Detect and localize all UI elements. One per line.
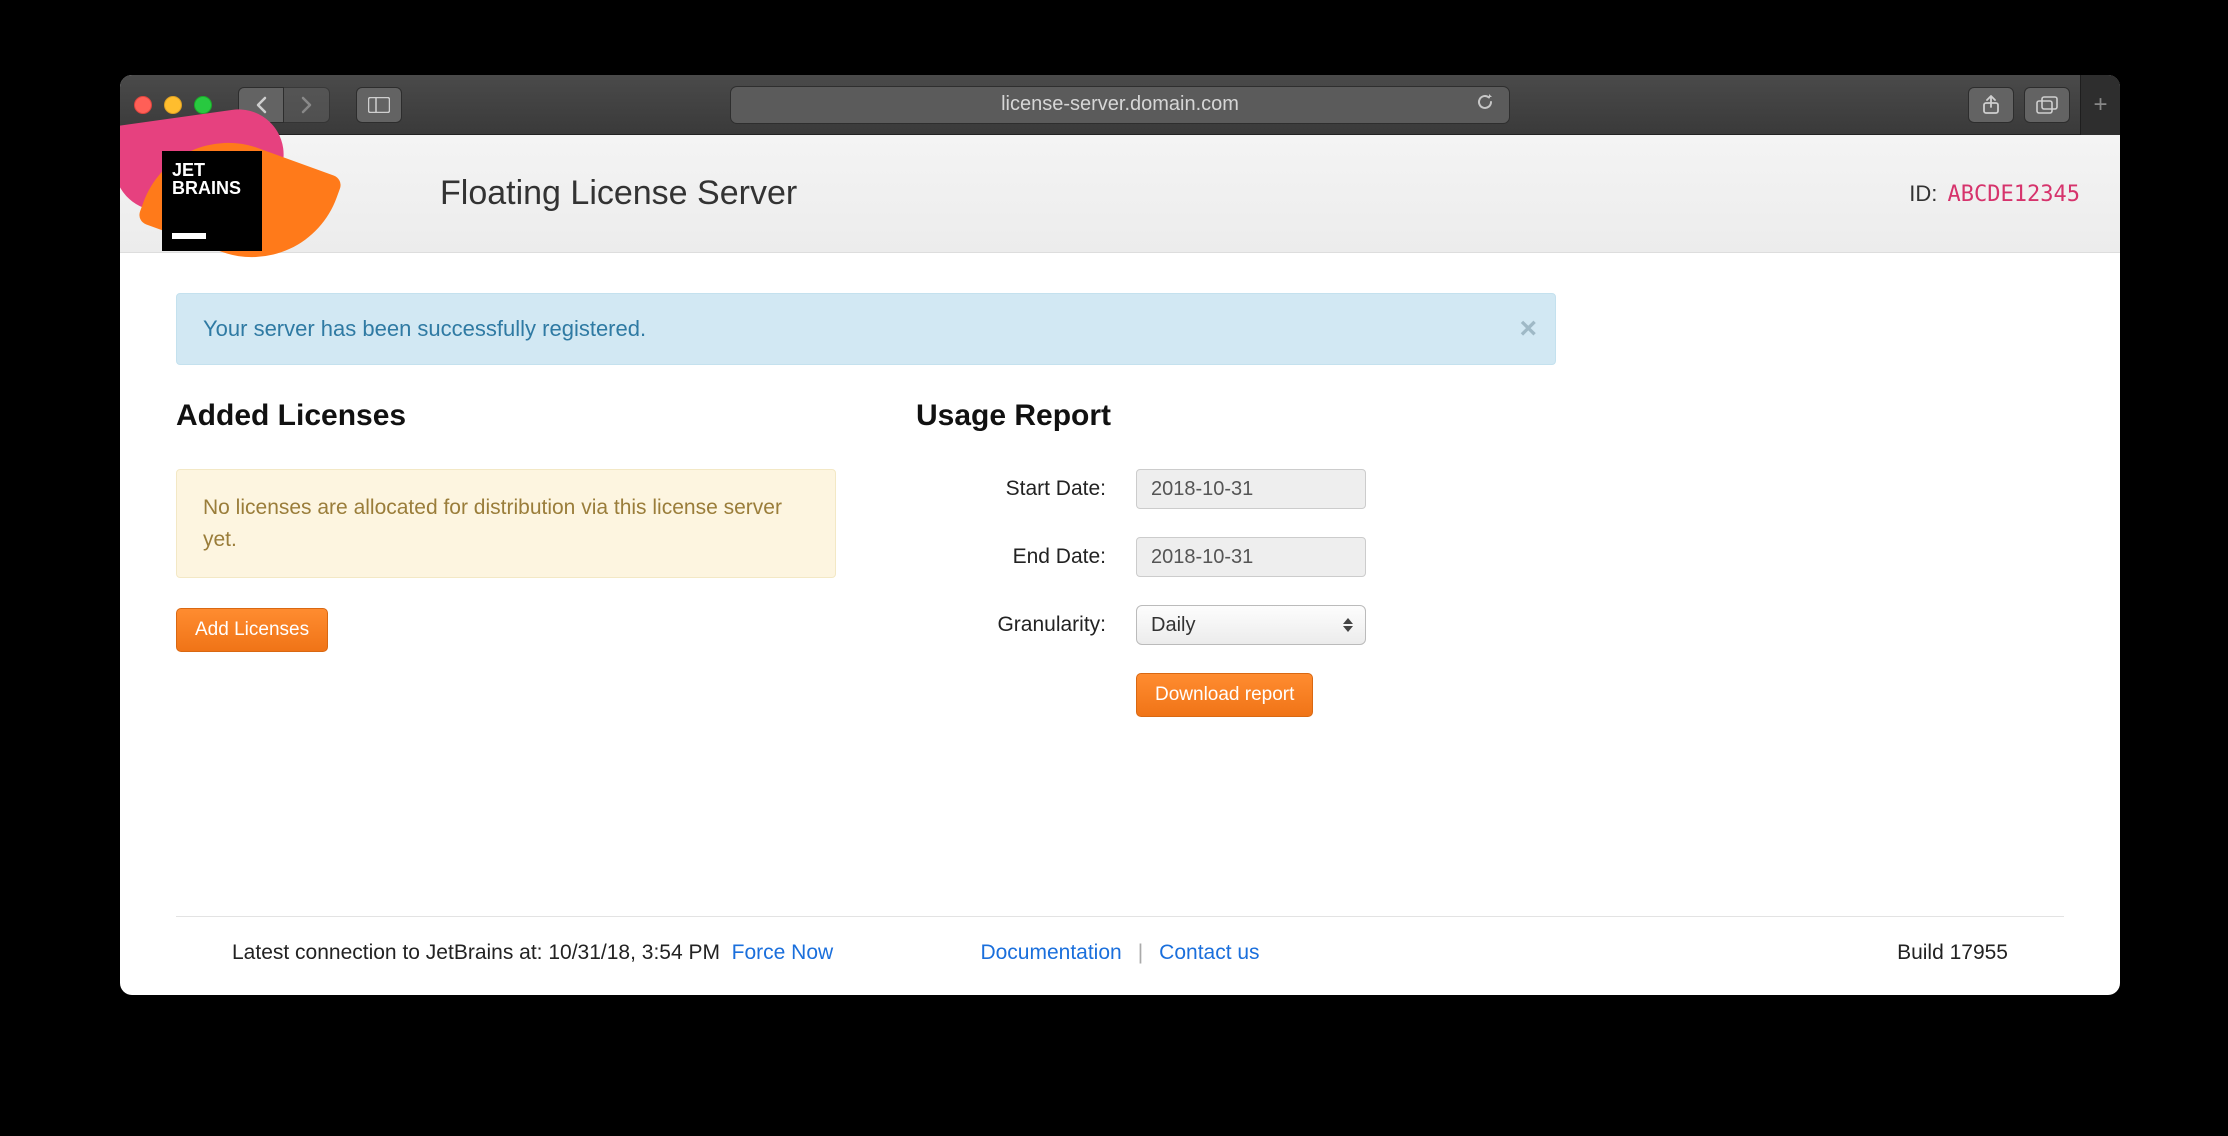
forward-button[interactable] xyxy=(284,87,330,123)
page-title: Floating License Server xyxy=(440,174,797,213)
page-footer: Latest connection to JetBrains at: 10/31… xyxy=(176,916,2064,995)
licenses-empty-alert: No licenses are allocated for distributi… xyxy=(176,469,836,578)
granularity-label: Granularity: xyxy=(916,613,1136,637)
success-alert-text: Your server has been successfully regist… xyxy=(203,316,646,341)
logo-text-1: JET xyxy=(172,161,252,180)
add-licenses-button[interactable]: Add Licenses xyxy=(176,608,328,652)
start-date-label: Start Date: xyxy=(916,477,1136,501)
url-text: license-server.domain.com xyxy=(1001,93,1239,116)
browser-window: license-server.domain.com + xyxy=(120,75,2120,995)
granularity-value: Daily xyxy=(1151,614,1195,637)
usage-heading: Usage Report xyxy=(916,399,1576,433)
page-content: Your server has been successfully regist… xyxy=(120,253,2120,995)
share-button[interactable] xyxy=(1968,87,2014,123)
jetbrains-logo: JET BRAINS xyxy=(120,135,330,253)
close-icon[interactable]: × xyxy=(1519,312,1537,346)
sidebar-toggle-button[interactable] xyxy=(356,87,402,123)
download-report-button[interactable]: Download report xyxy=(1136,673,1313,717)
licenses-empty-text: No licenses are allocated for distributi… xyxy=(203,496,782,551)
end-date-input[interactable] xyxy=(1136,537,1366,577)
maximize-window-button[interactable] xyxy=(194,96,212,114)
start-date-input[interactable] xyxy=(1136,469,1366,509)
new-tab-button[interactable]: + xyxy=(2080,75,2120,135)
contact-us-link[interactable]: Contact us xyxy=(1159,941,1259,965)
window-controls xyxy=(134,96,212,114)
success-alert: Your server has been successfully regist… xyxy=(176,293,1556,365)
build-info: Build 17955 xyxy=(1897,941,2008,965)
chevron-updown-icon xyxy=(1343,618,1353,632)
minimize-window-button[interactable] xyxy=(164,96,182,114)
server-id-value: ABCDE12345 xyxy=(1948,182,2080,207)
force-now-link[interactable]: Force Now xyxy=(732,941,834,965)
licenses-heading: Added Licenses xyxy=(176,399,836,433)
address-bar[interactable]: license-server.domain.com xyxy=(730,86,1510,124)
end-date-label: End Date: xyxy=(916,545,1136,569)
server-id: ID: ABCDE12345 xyxy=(1909,181,2080,207)
documentation-link[interactable]: Documentation xyxy=(980,941,1121,965)
server-id-label: ID: xyxy=(1909,181,1937,206)
tabs-button[interactable] xyxy=(2024,87,2070,123)
logo-text-2: BRAINS xyxy=(172,179,252,198)
licenses-section: Added Licenses No licenses are allocated… xyxy=(176,399,836,745)
usage-report-section: Usage Report Start Date: End Date: Granu… xyxy=(916,399,1576,745)
connection-status: Latest connection to JetBrains at: 10/31… xyxy=(232,941,720,965)
granularity-select[interactable]: Daily xyxy=(1136,605,1366,645)
reload-icon[interactable] xyxy=(1475,92,1495,118)
close-window-button[interactable] xyxy=(134,96,152,114)
app-header: JET BRAINS Floating License Server ID: A… xyxy=(120,135,2120,253)
footer-separator: | xyxy=(1138,941,1143,965)
browser-toolbar: license-server.domain.com + xyxy=(120,75,2120,135)
